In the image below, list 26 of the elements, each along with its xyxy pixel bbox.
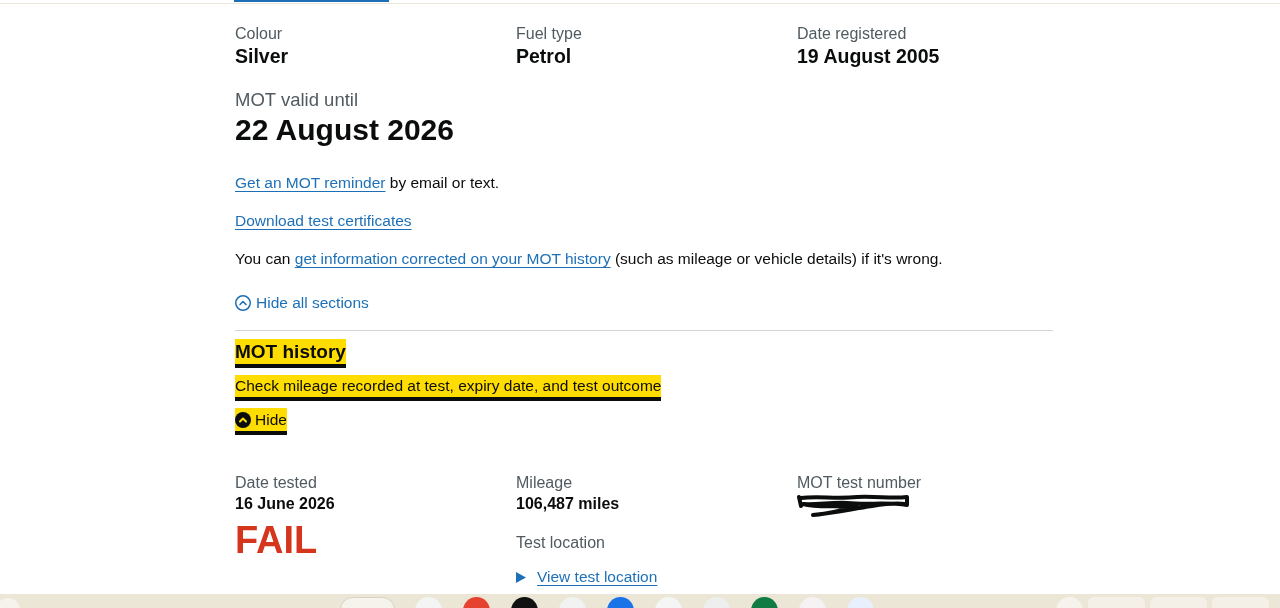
detail-value: 19 August 2005 bbox=[797, 44, 940, 69]
detail-label: Date registered bbox=[797, 24, 907, 44]
field-label: MOT test number bbox=[797, 473, 922, 493]
field-value: 16 June 2026 bbox=[235, 494, 335, 514]
paragraph: Get an MOT reminder by email or text. bbox=[235, 173, 500, 193]
chevron-up-icon bbox=[235, 295, 251, 311]
validity-date: 22 August 2026 bbox=[235, 112, 454, 148]
test-result: FAIL bbox=[235, 518, 318, 562]
paragraph: You can get information corrected on your MOT history (such as mileage or vehicle details) if it's wrong. bbox=[235, 249, 943, 269]
detail-label: Colour bbox=[235, 24, 283, 44]
text-link[interactable]: get information corrected on your MOT history bbox=[294, 250, 611, 267]
detail-value: Petrol bbox=[516, 44, 572, 69]
detail-value: Silver bbox=[235, 44, 289, 69]
details-summary-link[interactable]: View test location bbox=[537, 567, 658, 587]
text-link[interactable]: Download test certificates bbox=[235, 212, 412, 229]
validity-label: MOT valid until bbox=[235, 88, 359, 112]
taskbar-button[interactable] bbox=[340, 597, 395, 608]
triangle-icon[interactable] bbox=[516, 571, 526, 583]
field-label: Date tested bbox=[235, 473, 317, 493]
text-link[interactable]: Get an MOT reminder bbox=[235, 174, 386, 191]
hide-all-sections-button[interactable]: Hide all sections bbox=[235, 291, 369, 315]
field-label: Test location bbox=[516, 533, 605, 553]
detail-label: Fuel type bbox=[516, 24, 582, 44]
field-value: 106,487 miles bbox=[516, 494, 620, 514]
field-label: Mileage bbox=[516, 473, 573, 493]
app-icon[interactable] bbox=[511, 597, 538, 608]
